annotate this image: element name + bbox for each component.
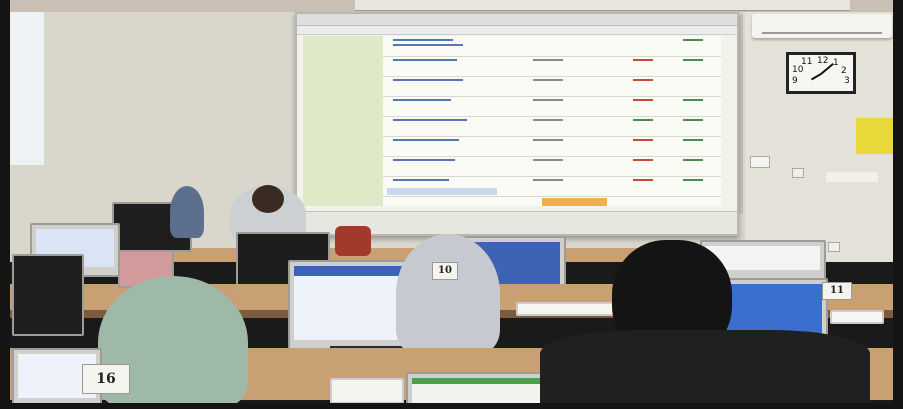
table-cell	[533, 179, 563, 181]
ac-vent	[762, 32, 882, 34]
table-cell	[683, 39, 703, 41]
student-shirt	[540, 330, 870, 409]
projection-screen	[295, 12, 739, 236]
browser-tabs	[297, 14, 737, 26]
clock-numeral-11: 11	[801, 57, 813, 67]
table-cell	[393, 179, 449, 181]
table-cell	[533, 159, 563, 161]
clock-numeral-9: 9	[792, 76, 798, 86]
air-conditioner	[752, 14, 892, 38]
wall-sign	[826, 172, 878, 182]
light-switch	[750, 156, 770, 168]
table-cell	[393, 139, 459, 141]
red-chair	[335, 226, 371, 256]
orange-button	[542, 198, 607, 206]
table-row	[383, 136, 721, 157]
table-cell	[393, 79, 463, 81]
clock-numeral-2: 2	[841, 66, 847, 76]
student-monitor	[12, 254, 84, 336]
table-cell	[633, 119, 653, 121]
table-cell	[533, 99, 563, 101]
table-cell	[633, 159, 653, 161]
table-row	[383, 56, 721, 77]
table-row	[383, 156, 721, 177]
table-cell	[393, 39, 453, 41]
frame-bar	[355, 0, 850, 11]
table-cell	[393, 119, 467, 121]
desk-number-tag: 16	[82, 364, 130, 394]
table-cell	[683, 139, 703, 141]
computer-lab-photo: 12 1 2 3 9 10 11 10 11 16	[0, 0, 903, 409]
table-cell	[393, 99, 451, 101]
browser-address-bar	[297, 26, 737, 35]
desk-number-tag: 11	[822, 282, 852, 300]
table-cell	[633, 139, 653, 141]
clock-numeral-1: 1	[833, 58, 839, 68]
table-cell	[393, 159, 455, 161]
table-cell	[393, 44, 463, 46]
table-cell	[683, 99, 703, 101]
table-row	[383, 96, 721, 117]
photo-frame-bottom	[0, 403, 903, 409]
table-cell	[683, 59, 703, 61]
instructor-person	[170, 186, 204, 238]
table-row	[383, 36, 721, 57]
clock-numeral-3: 3	[844, 76, 850, 86]
paper-sheet	[330, 378, 404, 404]
table-cell	[683, 159, 703, 161]
table-cell	[683, 179, 703, 181]
projected-table	[383, 36, 721, 206]
pagination	[387, 188, 497, 195]
table-cell	[633, 179, 653, 181]
clock-numeral-12: 12	[817, 56, 829, 66]
desk-number-tag: 10	[432, 262, 458, 280]
table-cell	[533, 139, 563, 141]
photo-frame-right	[893, 0, 903, 409]
student-hijab	[396, 234, 500, 354]
yellow-notice	[856, 118, 896, 154]
wall-clock: 12 1 2 3 9 10 11	[786, 52, 856, 94]
table-cell	[633, 59, 653, 61]
table-cell	[683, 119, 703, 121]
person-head	[252, 185, 284, 213]
wall-outlet	[828, 242, 840, 252]
clock-hand-hour	[810, 73, 822, 81]
paper-sheet	[830, 310, 884, 324]
table-cell	[633, 79, 653, 81]
table-row	[383, 116, 721, 137]
photo-frame-top	[0, 0, 903, 12]
page-sidebar	[303, 36, 383, 206]
table-row	[383, 76, 721, 97]
table-cell	[533, 59, 563, 61]
table-cell	[633, 99, 653, 101]
table-cell	[533, 119, 563, 121]
photo-frame-left	[0, 0, 10, 409]
table-cell	[533, 79, 563, 81]
table-cell	[393, 59, 457, 61]
wall-outlet	[792, 168, 804, 178]
